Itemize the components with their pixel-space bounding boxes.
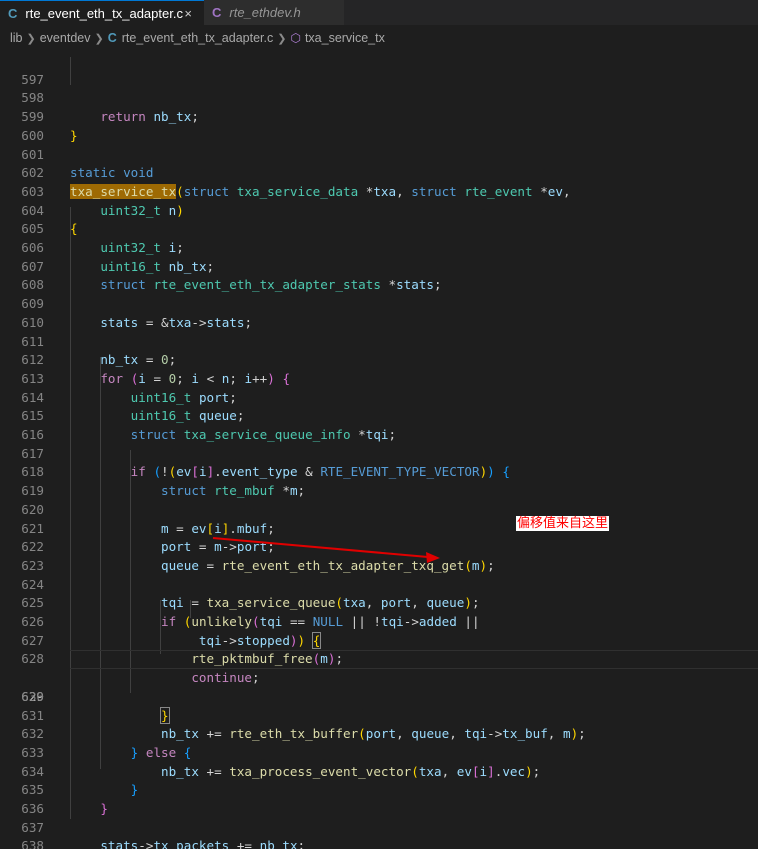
annotation-arrow <box>212 537 440 563</box>
annotation-label: 偏移值来自这里 <box>516 516 610 531</box>
